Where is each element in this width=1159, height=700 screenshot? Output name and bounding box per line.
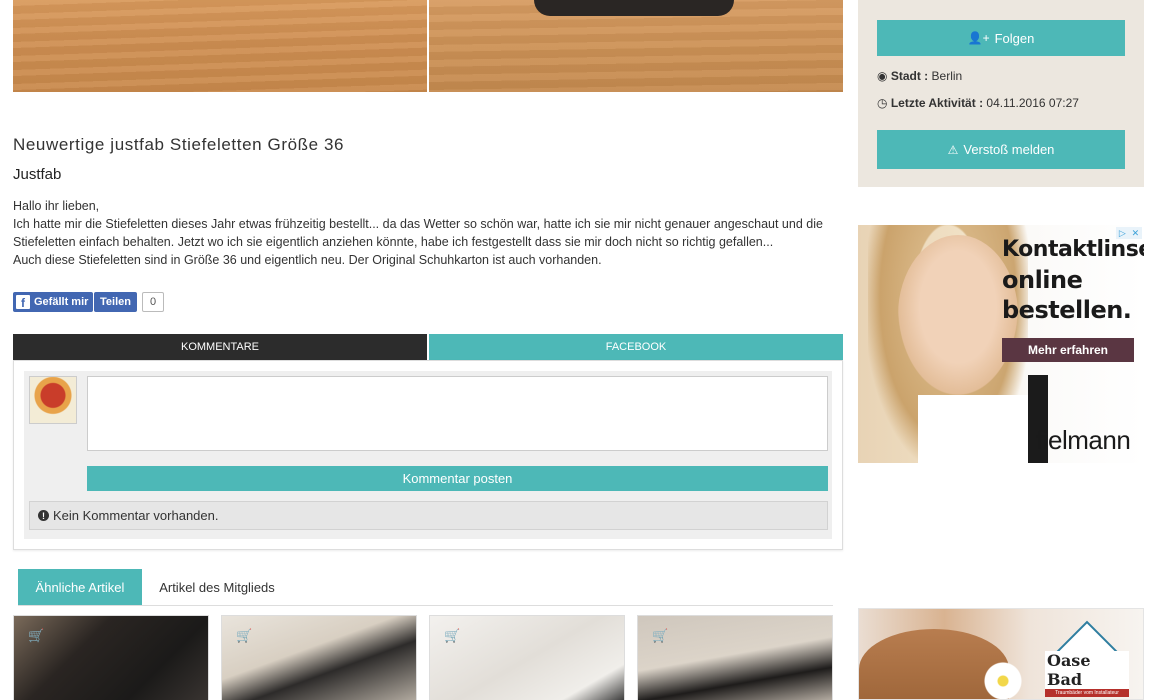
flower-graphic	[983, 661, 1023, 699]
facebook-like-label: Gefällt mir	[34, 296, 89, 308]
report-label: Verstoß melden	[963, 142, 1055, 157]
ad-cta-button[interactable]: Mehr erfahren	[1002, 338, 1134, 362]
ad-bath[interactable]: Oase Bad Traumbäder vom Installateur	[858, 608, 1144, 700]
similar-article-card[interactable]: 🛒	[637, 615, 833, 700]
follow-button[interactable]: 👤+ Folgen	[877, 20, 1125, 56]
seller-city: ◉ Stadt : Berlin	[877, 69, 962, 83]
avatar	[29, 376, 77, 424]
tab-facebook[interactable]: FACEBOOK	[429, 334, 843, 360]
description-line-2: Ich hatte mir die Stiefeletten dieses Ja…	[13, 217, 827, 249]
tab-member-articles[interactable]: Artikel des Mitglieds	[142, 569, 292, 605]
description-line-1: Hallo ihr lieben,	[13, 199, 100, 213]
facebook-share-button[interactable]: Teilen	[94, 292, 137, 312]
product-photo-2[interactable]	[429, 0, 843, 92]
clock-icon: ◷	[877, 96, 888, 110]
description-line-3: Auch diese Stiefeletten sind in Größe 36…	[13, 253, 602, 267]
no-comment-notice: ! Kein Kommentar vorhanden.	[29, 501, 828, 530]
ad-contact-lenses[interactable]: Kontaktlinsen online bestellen. Mehr erf…	[858, 225, 1144, 463]
shopping-cart-icon[interactable]: 🛒	[652, 628, 668, 644]
similar-article-card[interactable]: 🛒	[429, 615, 625, 700]
ad-model-face	[898, 235, 1018, 395]
shopping-cart-icon[interactable]: 🛒	[444, 628, 460, 644]
info-circle-icon: !	[38, 510, 49, 521]
ad-headline-line-3: bestellen.	[1002, 296, 1132, 324]
tab-similar-articles[interactable]: Ähnliche Artikel	[18, 569, 142, 605]
boot-sole-graphic	[534, 0, 734, 16]
product-photo-1[interactable]	[13, 0, 427, 92]
ad-headline-line-2: online	[1002, 266, 1083, 294]
last-activity-label: Letzte Aktivität :	[890, 96, 984, 110]
seller-last-activity: ◷ Letzte Aktivität : 04.11.2016 07:27	[877, 96, 1079, 110]
similar-article-card[interactable]: 🛒	[221, 615, 417, 700]
facebook-like-button[interactable]: f Gefällt mir	[13, 292, 94, 312]
product-title: Neuwertige justfab Stiefeletten Größe 36	[13, 135, 345, 154]
facebook-share-count: 0	[142, 292, 164, 312]
report-button[interactable]: ⚠ Verstoß melden	[877, 130, 1125, 169]
shopping-cart-icon[interactable]: 🛒	[28, 628, 44, 644]
follow-label: Folgen	[994, 30, 1035, 46]
city-value: Berlin	[931, 69, 963, 83]
city-label: Stadt :	[890, 69, 929, 83]
ad-choices-icon[interactable]: ▷ ✕	[1116, 227, 1142, 239]
product-brand: Justfab	[13, 166, 62, 183]
last-activity-value: 04.11.2016 07:27	[986, 96, 1079, 110]
user-plus-icon: 👤+	[967, 31, 990, 45]
no-comment-text: Kein Kommentar vorhanden.	[53, 508, 219, 523]
tab-divider	[18, 605, 833, 606]
shopping-cart-icon[interactable]: 🛒	[236, 628, 252, 644]
facebook-share-label: Teilen	[100, 296, 131, 308]
ad-headline: Kontaktlinsen online bestellen.	[1002, 235, 1144, 325]
warning-icon: ⚠	[947, 142, 959, 157]
map-marker-icon: ◉	[877, 69, 888, 83]
ad-bath-logo-tagline: Traumbäder vom Installateur	[1045, 689, 1129, 697]
ad-bath-logo: Oase Bad Traumbäder vom Installateur	[1045, 620, 1129, 699]
similar-article-card[interactable]: 🛒	[13, 615, 209, 700]
comment-textarea[interactable]	[87, 376, 828, 451]
post-comment-button[interactable]: Kommentar posten	[87, 466, 828, 491]
product-description: Hallo ihr lieben, Ich hatte mir die Stie…	[13, 197, 843, 269]
ad-headline-line-1: Kontaktlinsen	[1002, 237, 1144, 262]
ad-brand-logo: fielmann	[1036, 425, 1131, 455]
tab-comments[interactable]: KOMMENTARE	[13, 334, 427, 360]
facebook-icon: f	[16, 295, 30, 309]
ad-bath-logo-name: Oase Bad	[1045, 651, 1129, 689]
